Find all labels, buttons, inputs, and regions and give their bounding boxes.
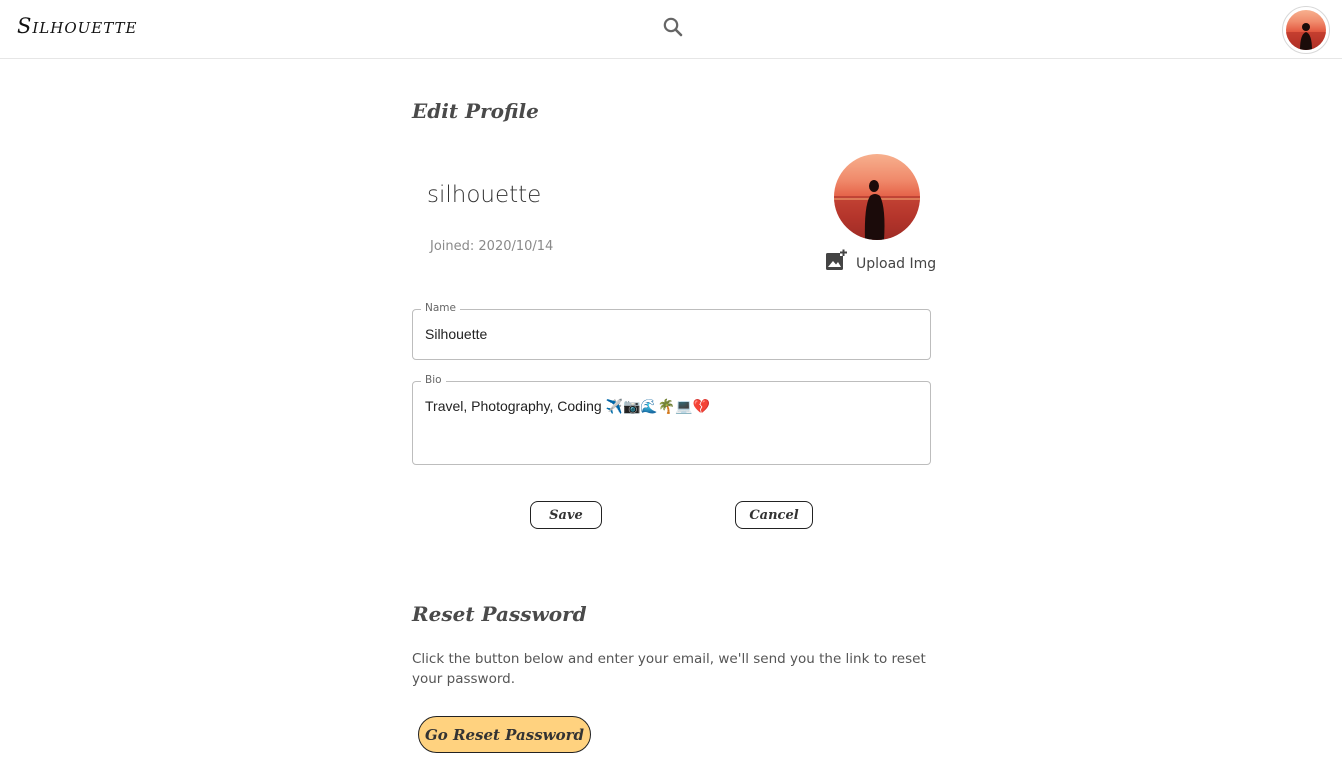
upload-image-button[interactable]: Upload Img (825, 249, 936, 275)
name-input[interactable]: Silhouette (425, 326, 487, 342)
name-field[interactable]: Name Silhouette (412, 302, 931, 360)
cancel-button[interactable]: Cancel (735, 501, 813, 529)
avatar-image (1286, 10, 1326, 50)
go-reset-password-button[interactable]: Go Reset Password (418, 716, 591, 753)
search-icon[interactable] (660, 14, 686, 40)
name-field-label: Name (421, 302, 460, 314)
joined-date: Joined: 2020/10/14 (430, 239, 554, 254)
bio-field[interactable]: Bio Travel, Photography, Coding ✈️📷🌊🌴💻💔 (412, 374, 931, 465)
brand-logo[interactable]: Silhouette (17, 14, 137, 38)
user-avatar[interactable] (1282, 6, 1330, 54)
edit-profile-title: Edit Profile (412, 99, 539, 123)
profile-username: silhouette (427, 182, 542, 208)
upload-label: Upload Img (856, 256, 937, 272)
top-navbar: Silhouette (0, 0, 1342, 59)
reset-password-title: Reset Password (412, 602, 587, 626)
add-photo-icon (825, 249, 847, 275)
save-button[interactable]: Save (530, 501, 602, 529)
reset-password-description: Click the button below and enter your em… (412, 651, 926, 687)
profile-picture (834, 154, 920, 240)
bio-input[interactable]: Travel, Photography, Coding ✈️📷🌊🌴💻💔 (425, 398, 710, 415)
bio-field-label: Bio (421, 374, 446, 386)
